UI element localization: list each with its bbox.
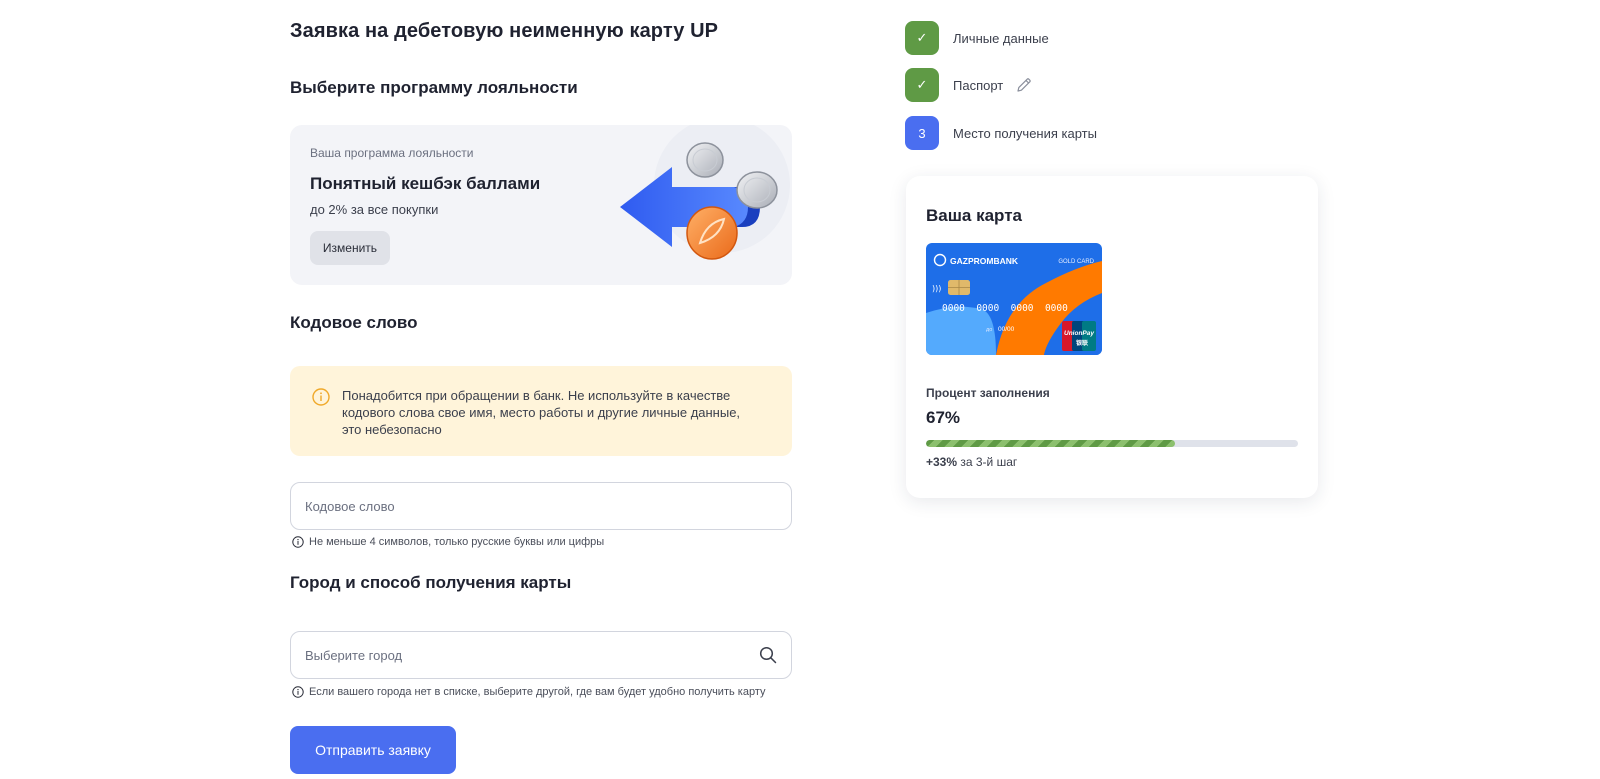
submit-application-button[interactable]: Отправить заявку (290, 726, 456, 774)
info-warning-icon (312, 388, 330, 406)
city-field[interactable] (290, 631, 792, 679)
fill-percent-label: Процент заполнения (926, 386, 1050, 400)
code-word-hint: Не меньше 4 символов, только русские бук… (292, 536, 604, 548)
cashback-arrow-coins-illustration (620, 125, 790, 260)
svg-text:UnionPay: UnionPay (1064, 330, 1094, 337)
card-tier: GOLD CARD (1058, 259, 1094, 265)
fill-progress-fill (926, 440, 1176, 447)
step-check-icon: ✓ (905, 21, 939, 55)
step-number-badge: 3 (905, 116, 939, 150)
step-personal-data[interactable]: ✓ Личные данные (905, 21, 1049, 55)
city-search-input[interactable] (305, 632, 745, 678)
step-label: Место получения карты (953, 125, 1097, 141)
step-label: Личные данные (953, 30, 1049, 46)
city-section-title: Город и способ получения карты (290, 573, 572, 592)
city-hint: Если вашего города нет в списке, выберит… (292, 686, 765, 698)
step-card-pickup[interactable]: 3 Место получения карты (905, 116, 1097, 150)
code-word-warning-text: Понадобится при обращении в банк. Не исп… (342, 388, 741, 437)
loyalty-program-subtitle: до 2% за все покупки (310, 202, 439, 217)
page-title: Заявка на дебетовую неименную карту UP (290, 20, 719, 42)
info-icon (292, 536, 304, 548)
loyalty-section-title: Выберите программу лояльности (290, 78, 578, 97)
loyalty-program-title: Понятный кешбэк баллами (310, 174, 541, 193)
card-brand: GAZPROMBANK (950, 256, 1019, 266)
city-hint-text: Если вашего города нет в списке, выберит… (309, 686, 766, 698)
contactless-icon: ))) (932, 284, 941, 293)
loyalty-program-card: Ваша программа лояльности Понятный кешбэ… (290, 125, 792, 285)
step-check-icon: ✓ (905, 68, 939, 102)
progress-note-text: за 3-й шаг (960, 455, 1018, 469)
progress-delta: +33% (926, 455, 958, 469)
card-expiry-label: до (986, 327, 992, 333)
bank-card-image: GAZPROMBANK GOLD CARD ))) 0000 0000 0000… (926, 243, 1102, 355)
your-card-panel: Ваша карта GAZPROMBANK GOLD CARD ))) 000… (906, 176, 1318, 498)
code-word-input[interactable] (305, 483, 745, 529)
progress-note: +33% за 3-й шаг (926, 455, 1017, 469)
step-label: Паспорт (953, 77, 1004, 93)
code-word-section-title: Кодовое слово (290, 313, 418, 332)
code-word-field[interactable] (290, 482, 792, 530)
info-icon (292, 686, 304, 698)
code-word-hint-text: Не меньше 4 символов, только русские бук… (309, 536, 605, 548)
step-passport[interactable]: ✓ Паспорт (905, 68, 1033, 102)
loyalty-eyebrow: Ваша программа лояльности (310, 146, 474, 160)
svg-text:银联: 银联 (1076, 339, 1088, 347)
card-number: 0000 0000 0000 0000 (942, 303, 1068, 314)
change-loyalty-button[interactable]: Изменить (310, 231, 390, 265)
fill-progress-bar (926, 440, 1298, 447)
card-expiry: 00/00 (998, 326, 1015, 333)
code-word-warning: Понадобится при обращении в банк. Не исп… (290, 366, 792, 456)
unionpay-logo: UnionPay 银联 (1062, 321, 1096, 351)
pencil-edit-icon[interactable] (1015, 76, 1033, 94)
your-card-title: Ваша карта (926, 206, 1022, 225)
search-icon[interactable] (759, 646, 777, 664)
fill-percent-value: 67% (926, 408, 961, 427)
